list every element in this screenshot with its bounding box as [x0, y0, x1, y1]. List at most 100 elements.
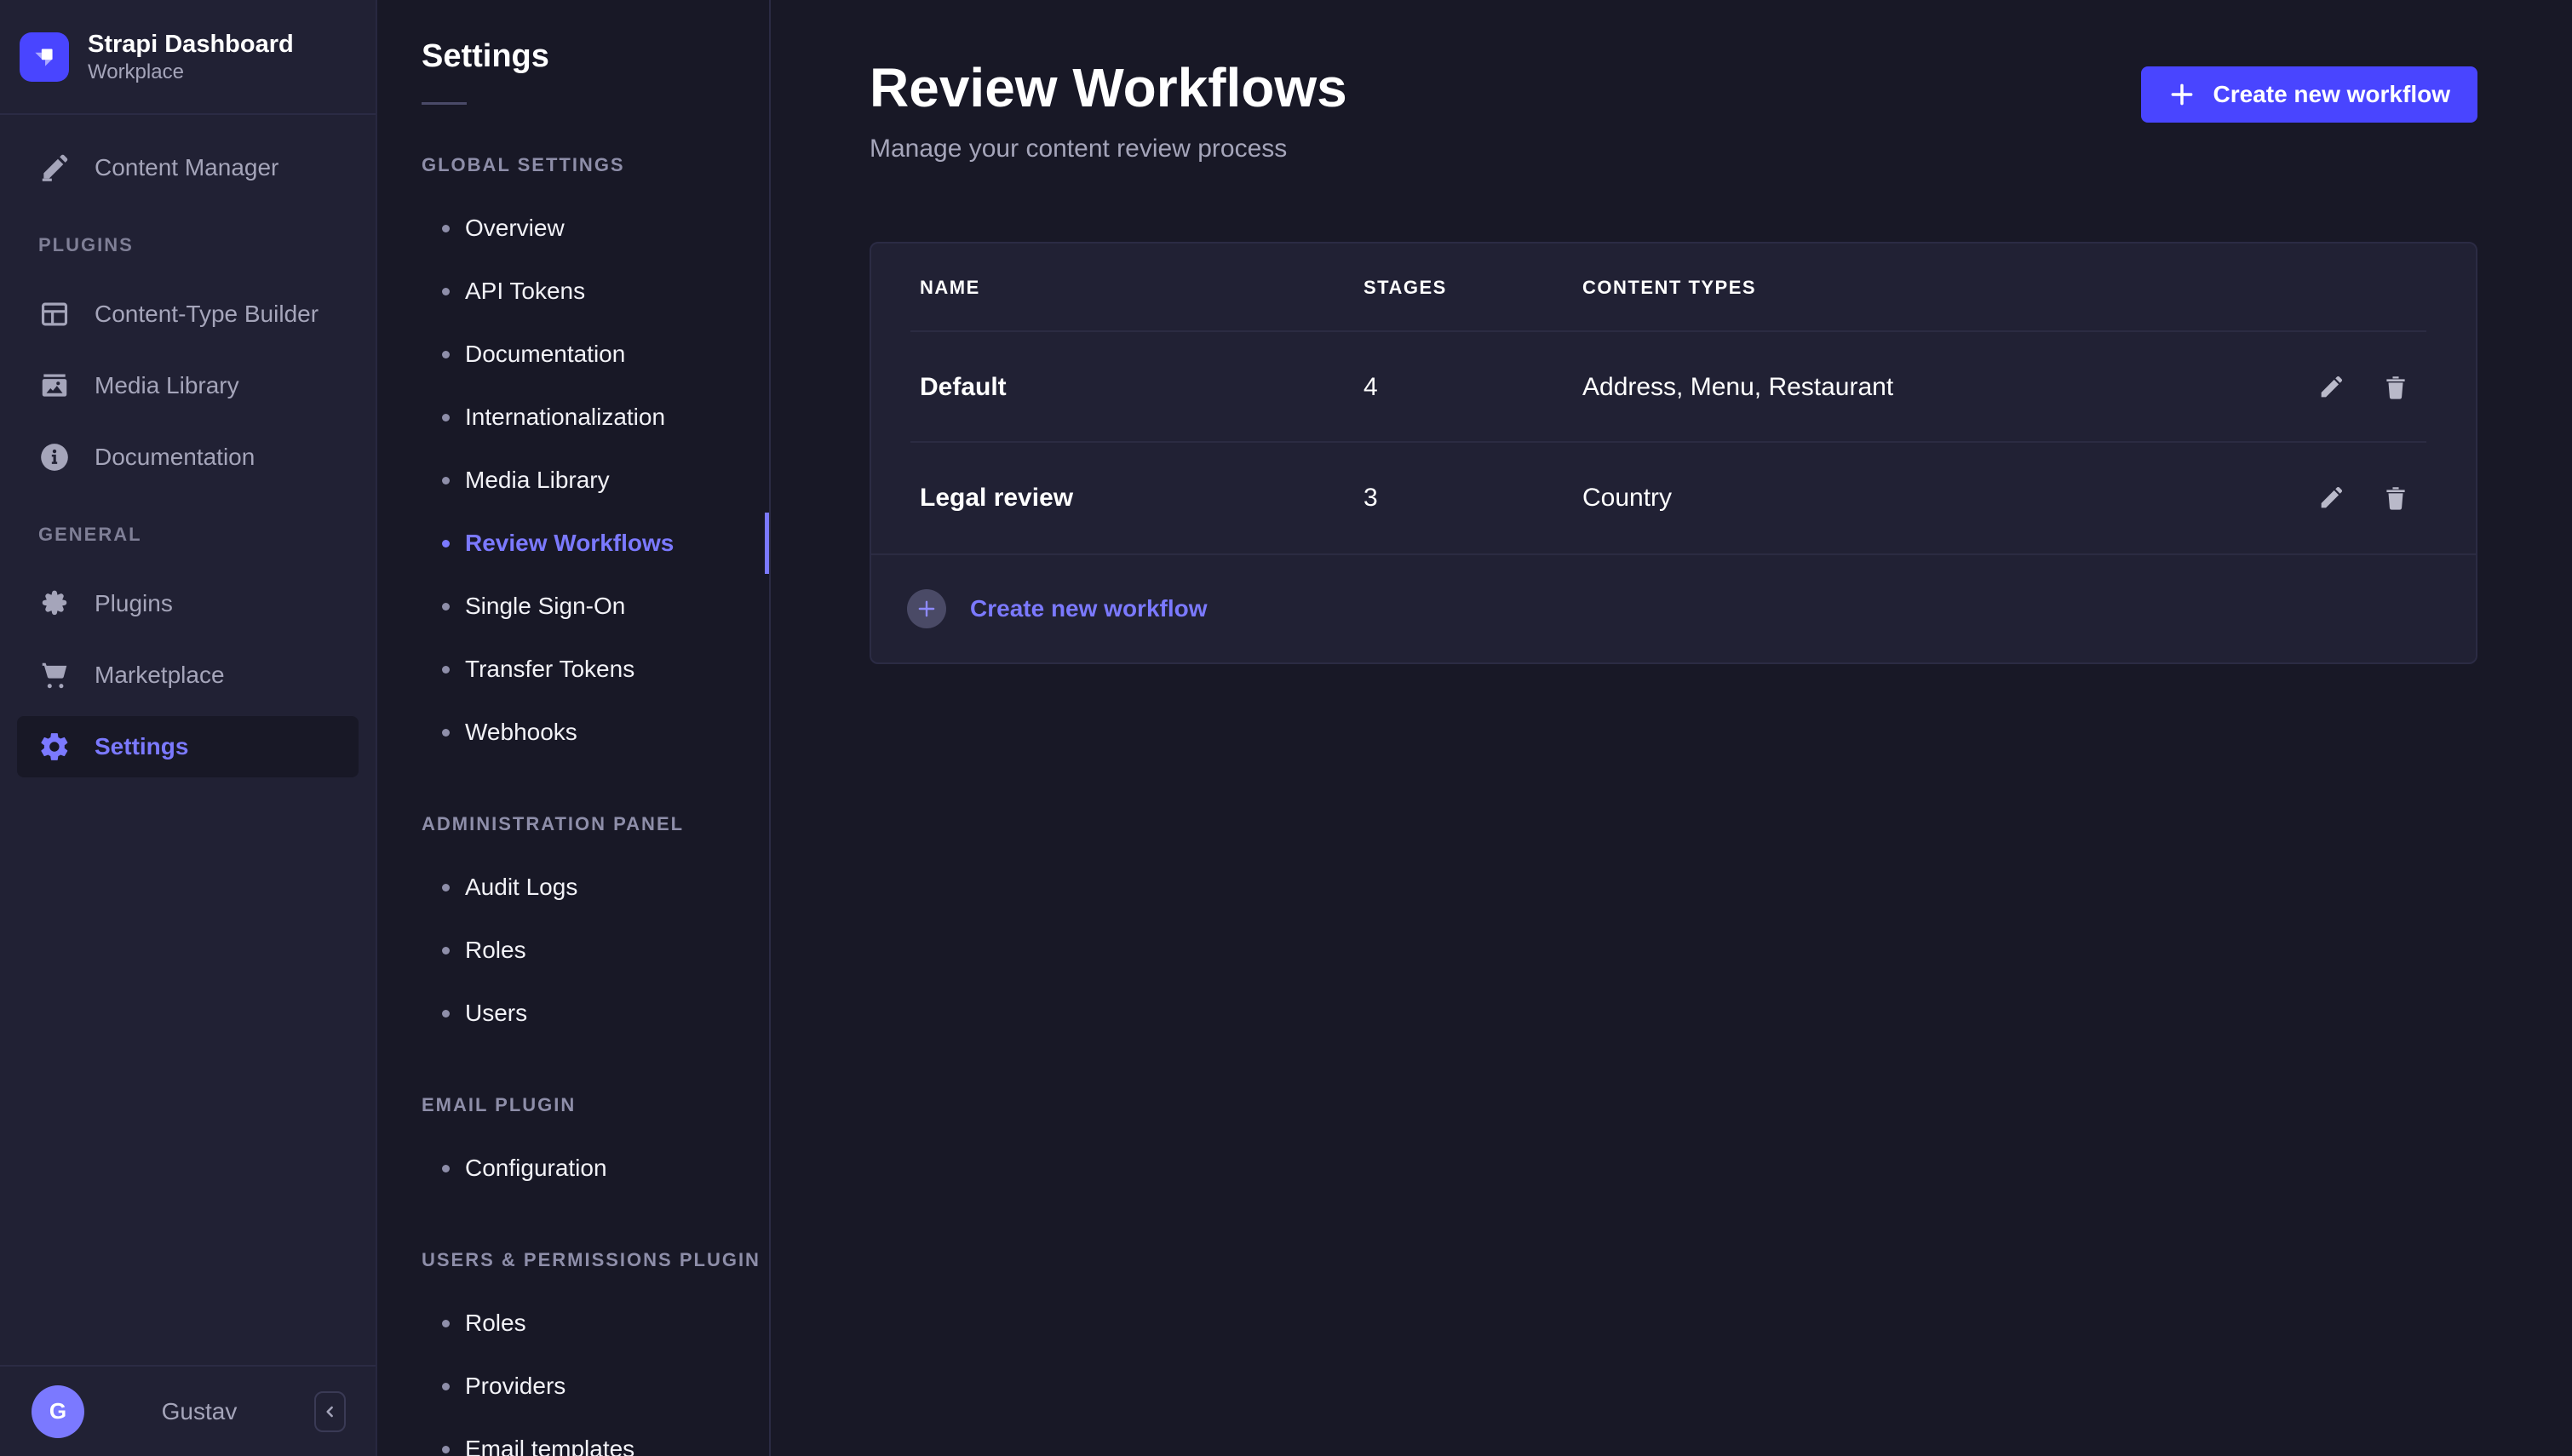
- subnav-item-label: Roles: [465, 937, 526, 964]
- subnav-item-up-providers[interactable]: Providers: [377, 1355, 769, 1418]
- table-row[interactable]: Default 4 Address, Menu, Restaurant: [871, 332, 2476, 443]
- nav-item-settings[interactable]: Settings: [17, 716, 359, 777]
- bullet-icon: [442, 288, 450, 295]
- user-row: G Gustav: [0, 1365, 376, 1456]
- subnav-item-audit-logs[interactable]: Audit Logs: [377, 856, 769, 919]
- subnav-item-label: Providers: [465, 1373, 565, 1400]
- subnav-item-label: Single Sign-On: [465, 593, 625, 620]
- subnav-item-label: API Tokens: [465, 278, 585, 305]
- nav-item-content-type-builder[interactable]: Content-Type Builder: [0, 278, 376, 350]
- collapse-nav-button[interactable]: [314, 1391, 346, 1432]
- subnav-item-admin-roles[interactable]: Roles: [377, 919, 769, 982]
- bullet-icon: [442, 666, 450, 674]
- workflow-name: Legal review: [920, 484, 1364, 513]
- nav-item-documentation[interactable]: Documentation: [0, 421, 376, 493]
- subnav-item-label: Overview: [465, 215, 565, 242]
- column-header-name: NAME: [920, 277, 1364, 299]
- app-title: Strapi Dashboard: [88, 29, 294, 60]
- subnav-item-label: Internationalization: [465, 404, 665, 431]
- edit-workflow-button[interactable]: [2317, 484, 2345, 513]
- subnav-item-up-email-templates[interactable]: Email templates: [377, 1418, 769, 1456]
- bullet-icon: [442, 1383, 450, 1390]
- subnav-item-api-tokens[interactable]: API Tokens: [377, 260, 769, 323]
- marketplace-icon: [38, 659, 71, 691]
- subnav-item-review-workflows[interactable]: Review Workflows: [377, 512, 769, 575]
- nav-item-marketplace[interactable]: Marketplace: [0, 639, 376, 711]
- subnav-item-up-roles[interactable]: Roles: [377, 1292, 769, 1355]
- subnav-item-label: Transfer Tokens: [465, 656, 634, 683]
- subnav-item-admin-users[interactable]: Users: [377, 982, 769, 1045]
- content-manager-icon: [38, 152, 71, 184]
- workflow-name: Default: [920, 373, 1364, 402]
- subnav-item-transfer-tokens[interactable]: Transfer Tokens: [377, 638, 769, 701]
- subnav-section-administration-panel: ADMINISTRATION PANEL: [422, 813, 769, 835]
- bullet-icon: [442, 729, 450, 737]
- workspace-name: Workplace: [88, 60, 294, 85]
- create-new-workflow-button[interactable]: Create new workflow: [2141, 66, 2477, 123]
- subnav-item-email-configuration[interactable]: Configuration: [377, 1137, 769, 1200]
- subnav-item-label: Documentation: [465, 341, 625, 368]
- subnav-section-global-settings: GLOBAL SETTINGS: [422, 154, 769, 176]
- workflow-stages: 3: [1364, 484, 1582, 513]
- subnav-section-users-permissions-plugin: USERS & PERMISSIONS PLUGIN: [422, 1249, 769, 1271]
- nav-item-label: Documentation: [95, 444, 255, 471]
- subnav-title-divider: [422, 102, 467, 105]
- edit-workflow-button[interactable]: [2317, 373, 2345, 402]
- brand: Strapi Dashboard Workplace: [0, 0, 376, 115]
- workflow-stages: 4: [1364, 373, 1582, 402]
- subnav-item-label: Users: [465, 1000, 527, 1027]
- content-type-builder-icon: [38, 298, 71, 330]
- main-content: Review Workflows Manage your content rev…: [771, 0, 2572, 1456]
- create-new-workflow-label: Create new workflow: [2213, 81, 2450, 108]
- subnav-item-documentation[interactable]: Documentation: [377, 323, 769, 386]
- main-nav: Strapi Dashboard Workplace Content Manag…: [0, 0, 377, 1456]
- plus-icon: [2168, 81, 2196, 108]
- subnav-item-media-library[interactable]: Media Library: [377, 449, 769, 512]
- nav-item-content-manager[interactable]: Content Manager: [0, 132, 376, 203]
- subnav-item-webhooks[interactable]: Webhooks: [377, 701, 769, 764]
- subnav-item-label: Audit Logs: [465, 874, 577, 901]
- page-subtitle: Manage your content review process: [870, 135, 1347, 163]
- workflow-content-types: Country: [1582, 484, 2265, 513]
- edit-icon: [2317, 373, 2345, 402]
- bullet-icon: [442, 540, 450, 547]
- subnav-item-internationalization[interactable]: Internationalization: [377, 386, 769, 449]
- table-row[interactable]: Legal review 3 Country: [871, 443, 2476, 553]
- bullet-icon: [442, 351, 450, 358]
- bullet-icon: [442, 225, 450, 232]
- subnav-item-label: Configuration: [465, 1155, 607, 1182]
- nav-item-media-library[interactable]: Media Library: [0, 350, 376, 421]
- subnav-item-label: Roles: [465, 1310, 526, 1337]
- table-footer-create-workflow[interactable]: Create new workflow: [871, 553, 2476, 662]
- nav-item-label: Media Library: [95, 372, 239, 399]
- settings-icon: [38, 731, 71, 763]
- subnav-item-label: Email templates: [465, 1436, 634, 1456]
- subnav-item-overview[interactable]: Overview: [377, 197, 769, 260]
- subnav-item-label: Media Library: [465, 467, 610, 494]
- bullet-icon: [442, 1446, 450, 1453]
- nav-item-label: Content Manager: [95, 154, 278, 181]
- nav-section-plugins: PLUGINS: [38, 234, 376, 256]
- table-header-row: NAME STAGES CONTENT TYPES: [871, 244, 2476, 332]
- page-title: Review Workflows: [870, 54, 1347, 121]
- media-library-icon: [38, 370, 71, 402]
- nav-item-label: Settings: [95, 733, 188, 760]
- nav-item-plugins[interactable]: Plugins: [0, 568, 376, 639]
- settings-subnav: Settings GLOBAL SETTINGS Overview API To…: [377, 0, 771, 1456]
- column-header-stages: STAGES: [1364, 277, 1582, 299]
- footer-create-workflow-label: Create new workflow: [970, 595, 1208, 622]
- subnav-item-label: Webhooks: [465, 719, 577, 746]
- bullet-icon: [442, 884, 450, 891]
- plus-icon: [916, 598, 938, 620]
- workflow-content-types: Address, Menu, Restaurant: [1582, 373, 2265, 402]
- delete-workflow-button[interactable]: [2381, 484, 2410, 513]
- subnav-item-single-sign-on[interactable]: Single Sign-On: [377, 575, 769, 638]
- edit-icon: [2317, 484, 2345, 513]
- bullet-icon: [442, 1320, 450, 1327]
- nav-item-label: Marketplace: [95, 662, 225, 689]
- documentation-icon: [38, 441, 71, 473]
- delete-workflow-button[interactable]: [2381, 373, 2410, 402]
- bullet-icon: [442, 414, 450, 421]
- plugins-icon: [38, 588, 71, 620]
- user-avatar[interactable]: G: [32, 1385, 84, 1438]
